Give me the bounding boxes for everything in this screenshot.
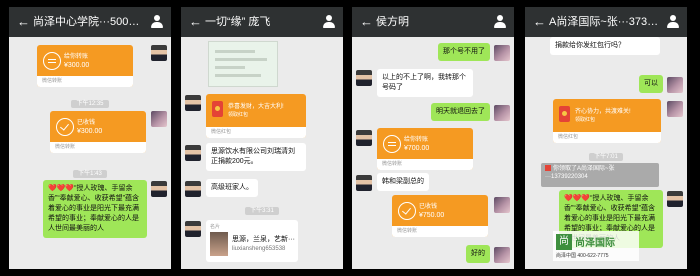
red-packet-action: 领取红包 bbox=[228, 112, 249, 118]
red-packet-title: 齐心协力，共渡难关! bbox=[575, 109, 631, 115]
red-envelope-icon bbox=[545, 165, 551, 172]
system-notice: 你领取了A尚泽国际~张···13739220304 bbox=[541, 163, 659, 187]
brand-icon bbox=[556, 234, 572, 250]
transfer-footer: 微信转账 bbox=[377, 159, 473, 170]
timestamp: 下午7:01 bbox=[525, 151, 687, 161]
timestamp: 下午1:43 bbox=[9, 168, 171, 178]
red-packet-footer: 微信红包 bbox=[553, 132, 661, 143]
transfer-received-message[interactable]: 已收钱 ¥300.00 微信转账 bbox=[50, 111, 146, 153]
chat-header: ← 一切“缘” 庞飞 bbox=[181, 7, 343, 37]
avatar[interactable] bbox=[356, 70, 372, 86]
transfer-amount: ¥300.00 bbox=[64, 62, 90, 69]
chat-bubble: ❤️❤️❤️“授人玫瑰、手留余香”“奉献爱心、收获希望”蕴含着爱心的事业是阳光下… bbox=[43, 180, 147, 238]
chat-title: A尚泽国际~张···3739220304 bbox=[549, 16, 661, 28]
red-envelope-icon bbox=[212, 101, 223, 117]
avatar[interactable] bbox=[185, 221, 201, 237]
chat-bubble: 那个号不用了 bbox=[438, 43, 490, 61]
chat-title: 侯方明 bbox=[376, 16, 409, 28]
back-arrow-icon[interactable]: ← bbox=[360, 14, 373, 30]
contact-card-message[interactable]: 名片 思源，兰泉，艺新··· liuxiansheng653538 bbox=[206, 220, 298, 262]
watermark-logo: 尚泽国际 尚泽中国 400-622-7775 bbox=[553, 231, 639, 261]
check-icon bbox=[398, 202, 416, 220]
image-message[interactable] bbox=[208, 41, 278, 87]
transfer-icon bbox=[383, 135, 401, 153]
chat-panel-1: ← 尚泽中心学院···5003118819 给你转账 ¥300.00 微信转账 … bbox=[9, 7, 171, 269]
red-packet-footer: 微信红包 bbox=[206, 127, 306, 138]
user-icon[interactable] bbox=[666, 15, 680, 29]
transfer-message[interactable]: 给你转账 ¥700.00 微信转账 bbox=[377, 128, 473, 170]
avatar[interactable] bbox=[667, 191, 683, 207]
check-icon bbox=[56, 118, 74, 136]
card-label: 名片 bbox=[210, 224, 221, 230]
transfer-message[interactable]: 给你转账 ¥300.00 微信转账 bbox=[37, 45, 133, 87]
avatar[interactable] bbox=[151, 181, 167, 197]
back-arrow-icon[interactable]: ← bbox=[533, 14, 546, 30]
chat-bubble: 韩和梁副总的 bbox=[377, 173, 429, 191]
chat-bubble: 捐款给你发红包行吗？ bbox=[550, 37, 660, 55]
chat-header: ← A尚泽国际~张···3739220304 bbox=[525, 7, 687, 37]
transfer-footer: 微信转账 bbox=[37, 76, 133, 87]
chat-bubble: 高级班家人。 bbox=[206, 179, 258, 197]
timestamp: 下午3:31 bbox=[181, 205, 343, 215]
transfer-amount: ¥750.00 bbox=[419, 212, 445, 219]
avatar[interactable] bbox=[494, 105, 510, 121]
chat-bubble: 好的 bbox=[466, 245, 490, 263]
red-packet-action: 领取红包 bbox=[575, 117, 596, 123]
chat-bubble: 明天就退回去了 bbox=[431, 103, 490, 121]
red-packet-message[interactable]: 齐心协力，共渡难关! 领取红包 微信红包 bbox=[553, 99, 661, 143]
chat-header: ← 尚泽中心学院···5003118819 bbox=[9, 7, 171, 37]
avatar[interactable] bbox=[356, 175, 372, 191]
card-thumbnail bbox=[210, 232, 228, 256]
back-arrow-icon[interactable]: ← bbox=[189, 14, 202, 30]
avatar[interactable] bbox=[667, 77, 683, 93]
avatar[interactable] bbox=[185, 181, 201, 197]
avatar[interactable] bbox=[356, 130, 372, 146]
transfer-received-message[interactable]: 已收钱 ¥750.00 微信转账 bbox=[392, 195, 488, 237]
avatar[interactable] bbox=[494, 197, 510, 213]
timestamp: 下午12:35 bbox=[9, 98, 171, 108]
transfer-footer: 微信转账 bbox=[392, 226, 488, 237]
red-packet-message[interactable]: 恭喜发财，大吉大利! 领取红包 微信红包 bbox=[206, 94, 306, 138]
red-envelope-icon bbox=[559, 106, 570, 122]
card-id: liuxiansheng653538 bbox=[232, 246, 286, 252]
chat-panel-3: ← 侯方明 那个号不用了 以上的不上了啊，我转那个号码了 明天就退回去了 给你转… bbox=[352, 7, 514, 269]
chat-header: ← 侯方明 bbox=[352, 7, 514, 37]
transfer-label: 给你转账 bbox=[404, 137, 429, 143]
avatar[interactable] bbox=[494, 45, 510, 61]
user-icon[interactable] bbox=[150, 15, 164, 29]
user-icon[interactable] bbox=[322, 15, 336, 29]
avatar[interactable] bbox=[151, 45, 167, 61]
chat-bubble: 可以 bbox=[639, 75, 663, 93]
chat-panel-4: ← A尚泽国际~张···3739220304 捐款给你发红包行吗？ 可以 齐心协… bbox=[525, 7, 687, 269]
red-packet-title: 恭喜发财，大吉大利! bbox=[228, 104, 284, 110]
screenshot-collage: ← 尚泽中心学院···5003118819 给你转账 ¥300.00 微信转账 … bbox=[0, 0, 700, 276]
transfer-label: 给你转账 bbox=[64, 54, 89, 60]
transfer-amount: ¥700.00 bbox=[404, 145, 430, 152]
transfer-icon bbox=[43, 52, 61, 70]
avatar[interactable] bbox=[667, 101, 683, 117]
chat-bubble: 以上的不上了啊，我转那个号码了 bbox=[377, 69, 473, 97]
card-name: 思源，兰泉，艺新··· bbox=[232, 236, 295, 243]
transfer-footer: 微信转账 bbox=[50, 142, 146, 153]
avatar[interactable] bbox=[185, 145, 201, 161]
transfer-label: 已收钱 bbox=[419, 204, 438, 210]
transfer-label: 已收钱 bbox=[77, 120, 96, 126]
avatar[interactable] bbox=[151, 111, 167, 127]
avatar[interactable] bbox=[494, 247, 510, 263]
chat-title: 尚泽中心学院···5003118819 bbox=[33, 16, 145, 28]
back-arrow-icon[interactable]: ← bbox=[17, 14, 30, 30]
transfer-amount: ¥300.00 bbox=[77, 128, 103, 135]
user-icon[interactable] bbox=[493, 15, 507, 29]
chat-bubble: 思源饮水有限公司刘瑞清刘正捐款200元。 bbox=[206, 143, 306, 171]
chat-title: 一切“缘” 庞飞 bbox=[205, 16, 271, 28]
avatar[interactable] bbox=[185, 95, 201, 111]
chat-panel-2: ← 一切“缘” 庞飞 恭喜发财，大吉大利! 领取红包 微信红包 思源饮水有限公司… bbox=[181, 7, 343, 269]
